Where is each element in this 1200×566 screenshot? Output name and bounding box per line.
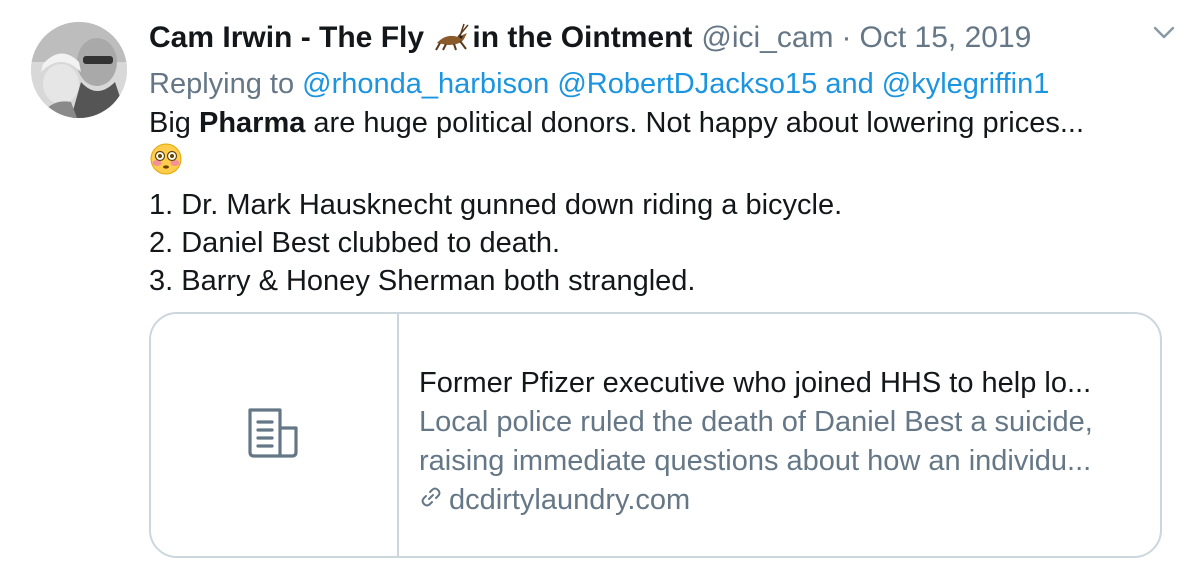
tweet-text-suffix: are huge political donors. Not happy abo… — [305, 107, 1084, 139]
chevron-down-icon[interactable] — [1153, 26, 1175, 45]
tweet-date[interactable]: Oct 15, 2019 — [860, 18, 1032, 58]
and-others-label[interactable]: and — [825, 68, 873, 100]
link-card[interactable]: Former Pfizer executive who joined HHS t… — [149, 312, 1162, 558]
list-item: 1. Dr. Mark Hausknecht gunned down ridin… — [149, 189, 843, 221]
tweet-text-line: Big Pharma are huge political donors. No… — [149, 104, 1159, 142]
card-description: Local police ruled the death of Daniel B… — [419, 406, 1093, 438]
mention-link[interactable]: @rhonda_harbison — [302, 68, 549, 100]
display-name-text: Cam Irwin - The Fly — [149, 21, 425, 54]
replying-to: Replying to @rhonda_harbison @RobertDJac… — [149, 65, 1159, 103]
card-domain-text: dcdirtylaundry.com — [449, 484, 691, 516]
cricket-icon — [434, 22, 470, 62]
tweet-text: Big Pharma are huge political donors. No… — [149, 104, 1159, 300]
avatar-image — [31, 22, 127, 118]
document-icon — [246, 406, 302, 465]
link-icon — [419, 481, 449, 520]
card-description: raising immediate questions about how an… — [419, 445, 1092, 477]
separator-dot: · — [841, 21, 852, 54]
card-media — [151, 314, 399, 556]
tweet-header: Cam Irwin - The Fly in the Ointment @ici… — [149, 18, 1159, 62]
tweet-content: Cam Irwin - The Fly in the Ointment @ici… — [149, 18, 1175, 300]
list-item: 2. Daniel Best clubbed to death. — [149, 227, 561, 259]
card-title: Former Pfizer executive who joined HHS t… — [419, 367, 1092, 399]
tweet-text-prefix: Big — [149, 107, 199, 139]
user-handle[interactable]: @ici_cam — [701, 18, 833, 58]
mention-link[interactable]: @RobertDJackso15 — [557, 68, 817, 100]
replying-to-label: Replying to — [149, 68, 295, 100]
tweet[interactable]: Cam Irwin - The Fly in the Ointment @ici… — [0, 0, 1200, 566]
avatar[interactable] — [31, 22, 127, 118]
display-name-suffix: in the Ointment — [472, 21, 693, 54]
flushed-face-icon — [149, 142, 183, 186]
list-item: 3. Barry & Honey Sherman both strangled. — [149, 265, 696, 297]
tweet-emoji-line — [149, 142, 1159, 186]
mention-link[interactable]: @kylegriffin1 — [882, 68, 1050, 100]
display-name[interactable]: Cam Irwin - The Fly in the Ointment — [149, 18, 692, 62]
card-domain: dcdirtylaundry.com — [419, 481, 1093, 520]
tweet-text-bold: Pharma — [198, 107, 306, 139]
card-text: Former Pfizer executive who joined HHS t… — [399, 314, 1093, 556]
